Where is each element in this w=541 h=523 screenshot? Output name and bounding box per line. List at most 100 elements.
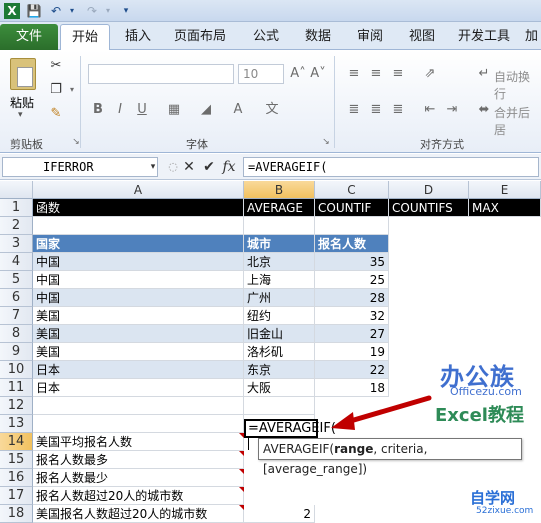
cell-b3[interactable]: 城市 <box>244 235 315 253</box>
table-cell[interactable]: 美国 <box>33 307 244 325</box>
cell-b12[interactable] <box>244 397 315 415</box>
row-header[interactable]: 4 <box>0 253 33 271</box>
undo-icon[interactable]: ↶ <box>48 3 64 19</box>
tab-developer[interactable]: 开发工具 <box>452 24 516 50</box>
table-cell[interactable]: 中国 <box>33 271 244 289</box>
phonetic-icon[interactable]: 文 <box>262 100 282 120</box>
border-icon[interactable]: ▦ <box>164 100 184 120</box>
cell-b18[interactable]: 2 <box>244 505 315 523</box>
table-cell[interactable]: 32 <box>315 307 389 325</box>
clipboard-launcher-icon[interactable]: ↘ <box>66 132 86 152</box>
question-cell[interactable]: 报名人数最少 <box>33 469 244 487</box>
row-header[interactable]: 5 <box>0 271 33 289</box>
row-header[interactable]: 15 <box>0 451 33 469</box>
redo-dropdown-icon[interactable]: ▾ <box>100 3 116 19</box>
cell-c2[interactable] <box>315 217 389 235</box>
table-cell[interactable]: 上海 <box>244 271 315 289</box>
table-cell[interactable]: 洛杉矶 <box>244 343 315 361</box>
row-header[interactable]: 1 <box>0 199 33 217</box>
orientation-icon[interactable]: ⇗ <box>420 64 440 84</box>
table-cell[interactable]: 日本 <box>33 361 244 379</box>
row-header[interactable]: 8 <box>0 325 33 343</box>
active-cell-b14-editor[interactable]: =AVERAGEIF( <box>244 419 336 450</box>
column-header-e[interactable]: E <box>469 181 541 199</box>
tab-page-layout[interactable]: 页面布局 <box>168 24 232 50</box>
row-header[interactable]: 16 <box>0 469 33 487</box>
table-cell[interactable]: 旧金山 <box>244 325 315 343</box>
merge-center-button[interactable]: 合并后居 <box>494 104 541 138</box>
merge-center-icon[interactable]: ⬌ <box>474 100 494 120</box>
decrease-indent-icon[interactable]: ⇤ <box>420 100 440 120</box>
table-cell[interactable]: 北京 <box>244 253 315 271</box>
font-color-icon[interactable]: A <box>228 100 248 120</box>
table-cell[interactable]: 25 <box>315 271 389 289</box>
row-header[interactable]: 11 <box>0 379 33 397</box>
table-cell[interactable]: 19 <box>315 343 389 361</box>
table-cell[interactable]: 中国 <box>33 253 244 271</box>
tab-formulas[interactable]: 公式 <box>244 24 288 50</box>
comment-indicator[interactable] <box>239 487 244 492</box>
increase-font-icon[interactable]: A˄ <box>288 64 308 84</box>
fill-color-icon[interactable]: ◢ <box>196 100 216 120</box>
paste-button-label[interactable]: 粘贴 <box>10 94 34 111</box>
cell-a2[interactable] <box>33 217 244 235</box>
cut-icon[interactable]: ✂ <box>46 56 66 76</box>
row-header[interactable]: 14 <box>0 433 33 451</box>
row-header[interactable]: 10 <box>0 361 33 379</box>
table-cell[interactable]: 美国 <box>33 325 244 343</box>
formula-input[interactable]: =AVERAGEIF( <box>243 157 539 177</box>
align-bottom-icon[interactable]: ≡ <box>388 64 408 84</box>
select-all-corner[interactable] <box>0 181 33 199</box>
name-box-dropdown-icon[interactable]: ▾ <box>144 157 162 177</box>
comment-indicator[interactable] <box>239 451 244 456</box>
question-cell[interactable]: 报名人数最多 <box>33 451 244 469</box>
paste-icon[interactable] <box>10 58 36 90</box>
row-header[interactable]: 2 <box>0 217 33 235</box>
row-header[interactable]: 13 <box>0 415 33 433</box>
font-launcher-icon[interactable]: ↘ <box>316 132 336 152</box>
table-cell[interactable]: 中国 <box>33 289 244 307</box>
row-header[interactable]: 9 <box>0 343 33 361</box>
enter-icon[interactable]: ✔ <box>200 157 218 177</box>
bold-icon[interactable]: B <box>88 100 108 120</box>
insert-function-icon[interactable]: fx <box>220 157 238 177</box>
row-header[interactable]: 7 <box>0 307 33 325</box>
comment-indicator[interactable] <box>239 469 244 474</box>
format-painter-icon[interactable]: ✎ <box>46 104 66 124</box>
decrease-font-icon[interactable]: A˅ <box>308 64 328 84</box>
comment-indicator[interactable] <box>239 505 244 510</box>
cell-a3[interactable]: 国家 <box>33 235 244 253</box>
row-header[interactable]: 17 <box>0 487 33 505</box>
tab-insert[interactable]: 插入 <box>116 24 160 50</box>
cell-d1[interactable]: COUNTIFS <box>389 199 469 217</box>
name-box[interactable]: IFERROR <box>2 157 158 177</box>
copy-dropdown-icon[interactable]: ▾ <box>62 80 82 100</box>
table-cell[interactable]: 纽约 <box>244 307 315 325</box>
save-icon[interactable]: 💾 <box>26 3 42 19</box>
align-left-icon[interactable]: ≣ <box>344 100 364 120</box>
function-tooltip[interactable]: AVERAGEIF(range, criteria, [average_rang… <box>258 438 522 476</box>
font-size-combo[interactable]: 10 <box>238 64 284 84</box>
table-cell[interactable]: 35 <box>315 253 389 271</box>
italic-icon[interactable]: I <box>110 100 130 120</box>
cell-a12[interactable] <box>33 397 244 415</box>
question-cell[interactable]: 美国报名人数超过20人的城市数 <box>33 505 244 523</box>
row-header[interactable]: 18 <box>0 505 33 523</box>
tab-file[interactable]: 文件 <box>0 24 58 50</box>
row-header[interactable]: 6 <box>0 289 33 307</box>
table-cell[interactable]: 东京 <box>244 361 315 379</box>
question-cell[interactable]: 美国平均报名人数 <box>33 433 244 451</box>
table-cell[interactable]: 大阪 <box>244 379 315 397</box>
question-cell[interactable]: 报名人数超过20人的城市数 <box>33 487 244 505</box>
cell-c3[interactable]: 报名人数 <box>315 235 389 253</box>
tab-data[interactable]: 数据 <box>296 24 340 50</box>
align-center-icon[interactable]: ≣ <box>366 100 386 120</box>
align-top-icon[interactable]: ≡ <box>344 64 364 84</box>
table-cell[interactable]: 广州 <box>244 289 315 307</box>
tab-home[interactable]: 开始 <box>60 24 110 50</box>
cell-a1[interactable]: 函数 <box>33 199 244 217</box>
increase-indent-icon[interactable]: ⇥ <box>442 100 462 120</box>
cell-e1[interactable]: MAX <box>469 199 541 217</box>
column-header-b[interactable]: B <box>244 181 315 199</box>
redo-icon[interactable]: ↷ <box>84 3 100 19</box>
